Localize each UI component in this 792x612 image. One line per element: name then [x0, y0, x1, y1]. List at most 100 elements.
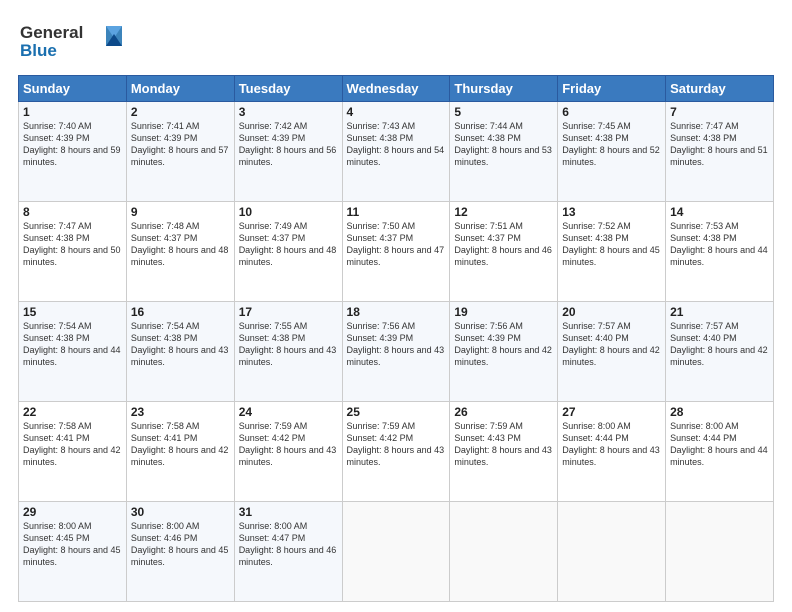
- sunrise-label: Sunrise: 7:45 AM: [562, 121, 631, 131]
- calendar-cell: 19 Sunrise: 7:56 AM Sunset: 4:39 PM Dayl…: [450, 302, 558, 402]
- day-number: 2: [131, 105, 230, 119]
- day-info: Sunrise: 7:57 AM Sunset: 4:40 PM Dayligh…: [670, 320, 769, 369]
- day-number: 14: [670, 205, 769, 219]
- day-number: 24: [239, 405, 338, 419]
- day-info: Sunrise: 7:52 AM Sunset: 4:38 PM Dayligh…: [562, 220, 661, 269]
- calendar-cell: 2 Sunrise: 7:41 AM Sunset: 4:39 PM Dayli…: [126, 102, 234, 202]
- day-info: Sunrise: 7:49 AM Sunset: 4:37 PM Dayligh…: [239, 220, 338, 269]
- calendar-cell: 15 Sunrise: 7:54 AM Sunset: 4:38 PM Dayl…: [19, 302, 127, 402]
- sunset-label: Sunset: 4:39 PM: [239, 133, 306, 143]
- day-info: Sunrise: 7:48 AM Sunset: 4:37 PM Dayligh…: [131, 220, 230, 269]
- calendar-cell: 22 Sunrise: 7:58 AM Sunset: 4:41 PM Dayl…: [19, 402, 127, 502]
- sunset-label: Sunset: 4:44 PM: [670, 433, 737, 443]
- logo: General Blue: [18, 18, 128, 67]
- calendar-cell: [558, 502, 666, 602]
- sunset-label: Sunset: 4:41 PM: [131, 433, 198, 443]
- sunset-label: Sunset: 4:40 PM: [562, 333, 629, 343]
- day-number: 8: [23, 205, 122, 219]
- sunrise-label: Sunrise: 7:49 AM: [239, 221, 308, 231]
- col-header-friday: Friday: [558, 76, 666, 102]
- day-number: 17: [239, 305, 338, 319]
- day-number: 10: [239, 205, 338, 219]
- sunrise-label: Sunrise: 7:54 AM: [23, 321, 92, 331]
- col-header-tuesday: Tuesday: [234, 76, 342, 102]
- day-info: Sunrise: 7:51 AM Sunset: 4:37 PM Dayligh…: [454, 220, 553, 269]
- day-info: Sunrise: 7:53 AM Sunset: 4:38 PM Dayligh…: [670, 220, 769, 269]
- sunrise-label: Sunrise: 7:55 AM: [239, 321, 308, 331]
- sunrise-label: Sunrise: 7:51 AM: [454, 221, 523, 231]
- calendar-cell: 14 Sunrise: 7:53 AM Sunset: 4:38 PM Dayl…: [666, 202, 774, 302]
- logo-text: General Blue: [18, 18, 128, 67]
- daylight-label: Daylight: 8 hours and 48 minutes.: [131, 245, 229, 267]
- day-info: Sunrise: 7:54 AM Sunset: 4:38 PM Dayligh…: [131, 320, 230, 369]
- calendar-cell: [666, 502, 774, 602]
- calendar-cell: 26 Sunrise: 7:59 AM Sunset: 4:43 PM Dayl…: [450, 402, 558, 502]
- page: General Blue SundayMondayTuesdayWednesda…: [0, 0, 792, 612]
- daylight-label: Daylight: 8 hours and 44 minutes.: [23, 345, 121, 367]
- sunset-label: Sunset: 4:42 PM: [347, 433, 414, 443]
- day-number: 18: [347, 305, 446, 319]
- calendar-cell: 18 Sunrise: 7:56 AM Sunset: 4:39 PM Dayl…: [342, 302, 450, 402]
- day-number: 20: [562, 305, 661, 319]
- sunrise-label: Sunrise: 8:00 AM: [23, 521, 92, 531]
- sunset-label: Sunset: 4:38 PM: [23, 333, 90, 343]
- calendar-cell: 6 Sunrise: 7:45 AM Sunset: 4:38 PM Dayli…: [558, 102, 666, 202]
- daylight-label: Daylight: 8 hours and 46 minutes.: [239, 545, 337, 567]
- calendar-cell: 4 Sunrise: 7:43 AM Sunset: 4:38 PM Dayli…: [342, 102, 450, 202]
- sunset-label: Sunset: 4:41 PM: [23, 433, 90, 443]
- day-info: Sunrise: 7:56 AM Sunset: 4:39 PM Dayligh…: [454, 320, 553, 369]
- sunrise-label: Sunrise: 7:50 AM: [347, 221, 416, 231]
- sunset-label: Sunset: 4:37 PM: [239, 233, 306, 243]
- sunrise-label: Sunrise: 7:59 AM: [239, 421, 308, 431]
- day-info: Sunrise: 7:50 AM Sunset: 4:37 PM Dayligh…: [347, 220, 446, 269]
- calendar-cell: 21 Sunrise: 7:57 AM Sunset: 4:40 PM Dayl…: [666, 302, 774, 402]
- calendar-cell: 30 Sunrise: 8:00 AM Sunset: 4:46 PM Dayl…: [126, 502, 234, 602]
- sunrise-label: Sunrise: 7:59 AM: [347, 421, 416, 431]
- sunset-label: Sunset: 4:38 PM: [562, 133, 629, 143]
- day-info: Sunrise: 7:43 AM Sunset: 4:38 PM Dayligh…: [347, 120, 446, 169]
- day-number: 22: [23, 405, 122, 419]
- sunrise-label: Sunrise: 7:47 AM: [670, 121, 739, 131]
- sunrise-label: Sunrise: 8:00 AM: [131, 521, 200, 531]
- daylight-label: Daylight: 8 hours and 43 minutes.: [239, 345, 337, 367]
- calendar-cell: 20 Sunrise: 7:57 AM Sunset: 4:40 PM Dayl…: [558, 302, 666, 402]
- sunset-label: Sunset: 4:40 PM: [670, 333, 737, 343]
- sunrise-label: Sunrise: 7:40 AM: [23, 121, 92, 131]
- day-info: Sunrise: 8:00 AM Sunset: 4:47 PM Dayligh…: [239, 520, 338, 569]
- sunrise-label: Sunrise: 7:59 AM: [454, 421, 523, 431]
- daylight-label: Daylight: 8 hours and 43 minutes.: [454, 445, 552, 467]
- header: General Blue: [18, 18, 774, 67]
- day-number: 26: [454, 405, 553, 419]
- daylight-label: Daylight: 8 hours and 42 minutes.: [670, 345, 768, 367]
- day-number: 15: [23, 305, 122, 319]
- day-number: 30: [131, 505, 230, 519]
- daylight-label: Daylight: 8 hours and 46 minutes.: [454, 245, 552, 267]
- day-info: Sunrise: 7:54 AM Sunset: 4:38 PM Dayligh…: [23, 320, 122, 369]
- day-number: 25: [347, 405, 446, 419]
- sunset-label: Sunset: 4:43 PM: [454, 433, 521, 443]
- sunrise-label: Sunrise: 7:57 AM: [670, 321, 739, 331]
- daylight-label: Daylight: 8 hours and 42 minutes.: [23, 445, 121, 467]
- calendar-cell: 28 Sunrise: 8:00 AM Sunset: 4:44 PM Dayl…: [666, 402, 774, 502]
- daylight-label: Daylight: 8 hours and 51 minutes.: [670, 145, 768, 167]
- day-info: Sunrise: 7:59 AM Sunset: 4:43 PM Dayligh…: [454, 420, 553, 469]
- daylight-label: Daylight: 8 hours and 42 minutes.: [562, 345, 660, 367]
- calendar-cell: 25 Sunrise: 7:59 AM Sunset: 4:42 PM Dayl…: [342, 402, 450, 502]
- calendar-cell: 17 Sunrise: 7:55 AM Sunset: 4:38 PM Dayl…: [234, 302, 342, 402]
- col-header-monday: Monday: [126, 76, 234, 102]
- day-number: 1: [23, 105, 122, 119]
- day-info: Sunrise: 8:00 AM Sunset: 4:44 PM Dayligh…: [562, 420, 661, 469]
- sunset-label: Sunset: 4:39 PM: [23, 133, 90, 143]
- calendar-cell: 1 Sunrise: 7:40 AM Sunset: 4:39 PM Dayli…: [19, 102, 127, 202]
- day-number: 16: [131, 305, 230, 319]
- daylight-label: Daylight: 8 hours and 43 minutes.: [562, 445, 660, 467]
- daylight-label: Daylight: 8 hours and 44 minutes.: [670, 245, 768, 267]
- daylight-label: Daylight: 8 hours and 52 minutes.: [562, 145, 660, 167]
- sunset-label: Sunset: 4:46 PM: [131, 533, 198, 543]
- day-number: 31: [239, 505, 338, 519]
- daylight-label: Daylight: 8 hours and 45 minutes.: [23, 545, 121, 567]
- sunrise-label: Sunrise: 7:52 AM: [562, 221, 631, 231]
- daylight-label: Daylight: 8 hours and 57 minutes.: [131, 145, 229, 167]
- day-info: Sunrise: 7:57 AM Sunset: 4:40 PM Dayligh…: [562, 320, 661, 369]
- sunset-label: Sunset: 4:37 PM: [454, 233, 521, 243]
